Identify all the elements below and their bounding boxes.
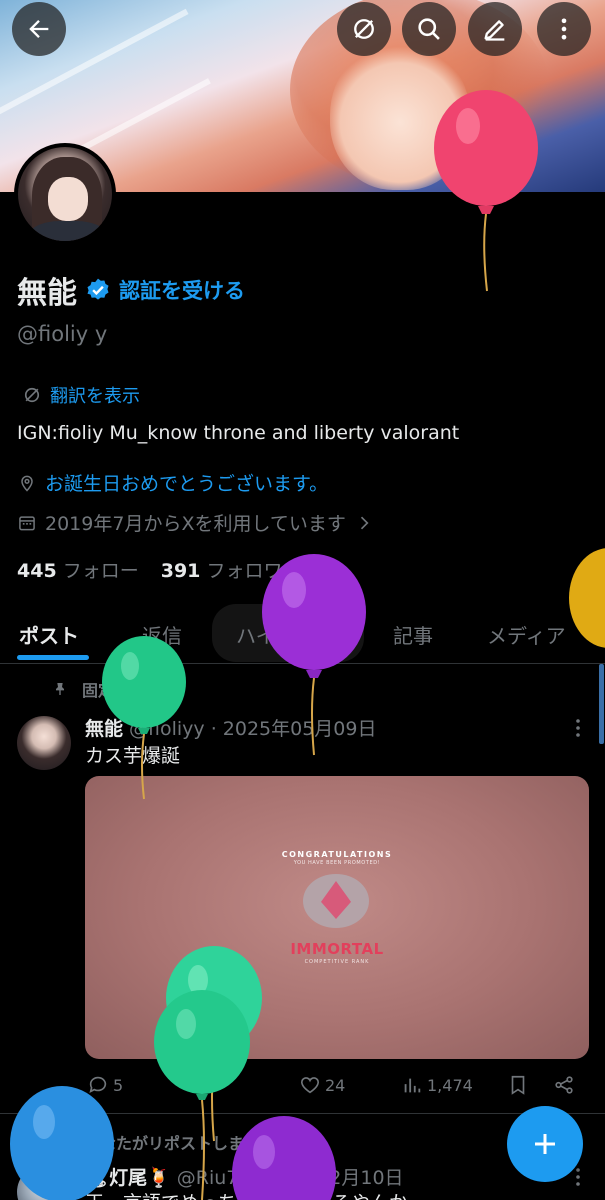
following-label: フォロー: [62, 560, 139, 582]
balloon-purple: [232, 1116, 336, 1200]
views-icon: [404, 1078, 421, 1093]
more-button[interactable]: [537, 2, 591, 56]
balloon-purple: [262, 554, 366, 756]
arrow-left-icon: [29, 20, 49, 38]
profile-name: 無能: [17, 276, 77, 311]
tab-articles[interactable]: 記事: [393, 604, 433, 664]
profile-avatar[interactable]: [14, 143, 116, 245]
bookmark-icon: [511, 1075, 525, 1095]
more-vertical-icon[interactable]: [566, 716, 590, 740]
birthday-row[interactable]: お誕生日おめでとうございます。: [17, 469, 328, 496]
birthday-text: お誕生日おめでとうございます。: [45, 473, 329, 495]
share-button[interactable]: [553, 1074, 575, 1096]
post-avatar[interactable]: [17, 716, 71, 770]
avatar-face: [48, 177, 88, 221]
share-icon: [555, 1076, 573, 1094]
media-promoted-text: YOU HAVE BEEN PROMOTED!: [293, 860, 381, 866]
media-congrats-text: CONGRATULATIONS: [281, 850, 393, 859]
translate-off-icon: [354, 19, 374, 39]
verified-badge-icon[interactable]: [85, 277, 111, 303]
rank-emblem: [303, 874, 369, 928]
search-icon: [418, 18, 440, 40]
profile-handle: @fioliy y: [17, 322, 108, 346]
chevron-right-icon: [360, 516, 369, 529]
profile-bio: IGN:fioliy Mu_know throne and liberty va…: [17, 422, 460, 444]
translate-off-icon: [24, 387, 40, 403]
joined-row[interactable]: 2019年7月からXを利用しています: [17, 509, 374, 536]
balloon-blue: [10, 1086, 114, 1200]
plus-icon: [535, 1134, 555, 1154]
pin-icon: [56, 683, 64, 695]
edit-button[interactable]: [468, 2, 522, 56]
compose-button[interactable]: [507, 1106, 583, 1182]
search-button[interactable]: [402, 2, 456, 56]
balloon-red: [434, 90, 538, 292]
followers-count: 391: [160, 560, 201, 582]
following-count: 445: [17, 560, 57, 582]
scrollbar[interactable]: [599, 664, 604, 744]
like-count: 24: [325, 1075, 346, 1095]
active-tab-indicator: [17, 655, 89, 660]
following-stat[interactable]: 445 フォロー: [17, 556, 139, 583]
avatar-body: [28, 221, 108, 241]
calendar-icon: [19, 515, 35, 530]
like-button[interactable]: 24: [299, 1074, 345, 1096]
views-count: 1,474: [427, 1075, 473, 1095]
verify-cta-link[interactable]: 認証を受ける: [119, 275, 245, 305]
translate-off-button[interactable]: [337, 2, 391, 56]
edit-icon: [484, 20, 505, 41]
translate-bio-link[interactable]: 翻訳を表示: [22, 382, 140, 408]
rank-gem: [321, 881, 351, 919]
media-rank-text: IMMORTAL: [290, 940, 384, 958]
more-vertical-icon: [561, 18, 567, 40]
translate-label: 翻訳を表示: [50, 386, 140, 407]
views-button[interactable]: 1,474: [401, 1074, 473, 1096]
name-row: 無能 認証を受ける: [17, 268, 245, 312]
media-competitive-text: COMPETITIVE RANK: [304, 959, 370, 965]
heart-icon: [300, 1077, 320, 1094]
bookmark-button[interactable]: [507, 1074, 529, 1096]
joined-text: 2019年7月からXを利用しています: [45, 513, 346, 535]
balloon-yellow: [569, 548, 605, 648]
balloon-green: [102, 636, 186, 800]
tab-media[interactable]: メディア: [487, 604, 566, 664]
back-button[interactable]: [12, 2, 66, 56]
location-pin-icon: [21, 475, 33, 492]
